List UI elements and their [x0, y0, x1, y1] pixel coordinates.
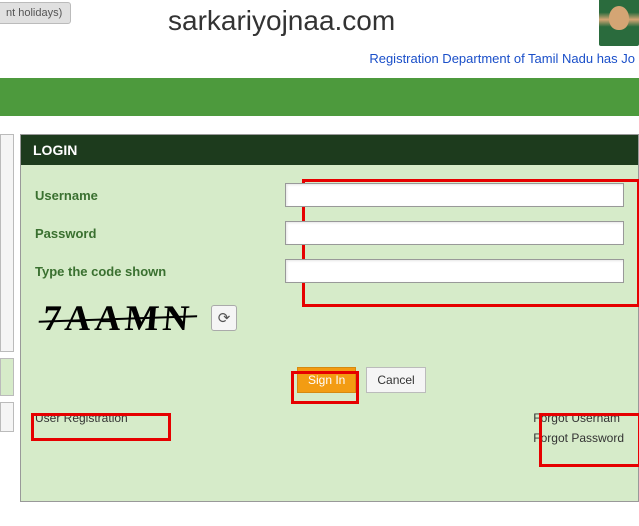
cancel-button[interactable]: Cancel [366, 367, 425, 393]
username-row: Username [35, 183, 624, 207]
password-row: Password [35, 221, 624, 245]
left-panel-1 [0, 134, 14, 352]
user-registration-link[interactable]: User Registration [35, 411, 128, 425]
button-row: Sign In Cancel [297, 367, 624, 393]
forgot-username-link[interactable]: Forgot Usernam [533, 411, 624, 425]
marquee-text[interactable]: Registration Department of Tamil Nadu ha… [369, 51, 635, 66]
captcha-code: 7AAMN [41, 297, 195, 339]
login-panel: LOGIN Username Password Type the code sh… [20, 134, 639, 502]
marquee: Registration Department of Tamil Nadu ha… [0, 50, 639, 70]
links-row: User Registration Forgot Usernam Forgot … [35, 411, 624, 451]
captcha-display-row: 7AAMN ⟳ [35, 297, 624, 339]
captcha-input[interactable] [285, 259, 624, 283]
main-content: LOGIN Username Password Type the code sh… [0, 134, 639, 502]
username-input[interactable] [285, 183, 624, 207]
portrait-image [599, 0, 639, 46]
password-input[interactable] [285, 221, 624, 245]
username-label: Username [35, 188, 285, 203]
left-panel-2 [0, 358, 14, 396]
watermark-text: sarkariyojnaa.com [168, 5, 395, 37]
header: nt holidays) sarkariyojnaa.com [0, 0, 639, 42]
captcha-row: Type the code shown [35, 259, 624, 283]
refresh-captcha-button[interactable]: ⟳ [211, 305, 237, 331]
login-body: Username Password Type the code shown 7A… [21, 165, 638, 501]
left-panel-3 [0, 402, 14, 432]
forgot-links: Forgot Usernam Forgot Password [533, 411, 624, 451]
forgot-password-link[interactable]: Forgot Password [533, 431, 624, 445]
nav-bar [0, 78, 639, 116]
signin-button[interactable]: Sign In [297, 367, 356, 393]
password-label: Password [35, 226, 285, 241]
holidays-button[interactable]: nt holidays) [0, 2, 71, 24]
left-sidebar-stub [0, 134, 14, 502]
login-title: LOGIN [21, 135, 638, 165]
captcha-label: Type the code shown [35, 264, 285, 279]
refresh-icon: ⟳ [218, 309, 231, 327]
